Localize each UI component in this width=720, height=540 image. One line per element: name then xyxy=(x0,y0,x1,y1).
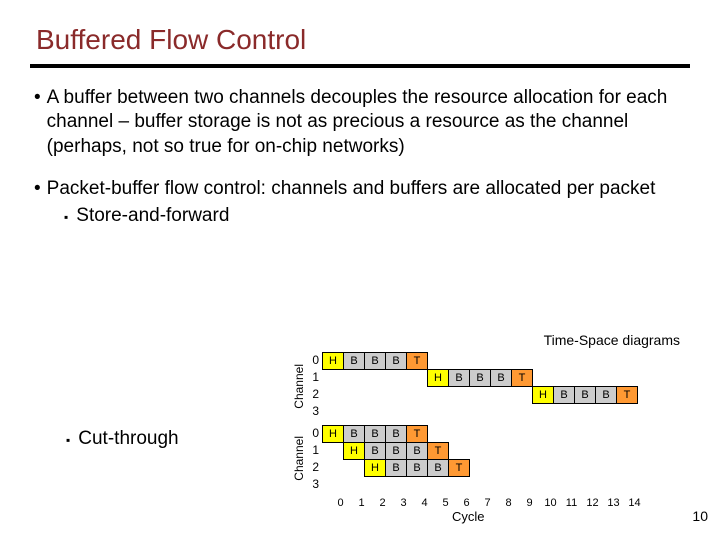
bullet-1-text: A buffer between two channels decouples … xyxy=(47,86,686,159)
subbullet-saf-text: Store-and-forward xyxy=(76,205,229,229)
grid-saf: HBBBTHBBBTHBBBT xyxy=(322,352,638,421)
subbullet-cut-text: Cut-through xyxy=(78,428,178,452)
square-bullet-icon: ▪ xyxy=(66,428,70,452)
bullet-dot-icon: • xyxy=(34,177,41,201)
square-bullet-icon: ▪ xyxy=(64,205,68,229)
bullet-2-text: Packet-buffer flow control: channels and… xyxy=(47,177,656,201)
diagram-cut: Channel 0123 HBBBTHBBBTHBBBT xyxy=(292,425,702,494)
x-axis-label: Cycle xyxy=(452,509,702,524)
grid-cut: HBBBTHBBBTHBBBT xyxy=(322,425,638,494)
page-number: 10 xyxy=(692,508,708,524)
subbullet-cut: ▪ Cut-through xyxy=(66,428,179,452)
diagram-caption: Time-Space diagrams xyxy=(292,332,680,348)
row-labels-saf: 0123 xyxy=(309,352,319,420)
bullet-dot-icon: • xyxy=(34,86,41,159)
time-space-diagrams: Time-Space diagrams Channel 0123 HBBBTHB… xyxy=(292,332,702,524)
y-axis-label: Channel xyxy=(292,364,306,409)
bullet-1: • A buffer between two channels decouple… xyxy=(34,86,686,159)
row-labels-cut: 0123 xyxy=(309,425,319,493)
diagram-saf: Channel 0123 HBBBTHBBBTHBBBT xyxy=(292,352,702,421)
horizontal-rule xyxy=(30,64,690,68)
slide-title: Buffered Flow Control xyxy=(36,24,690,56)
y-axis-label: Channel xyxy=(292,436,306,481)
bullet-2: • Packet-buffer flow control: channels a… xyxy=(34,177,686,201)
subbullet-saf: ▪ Store-and-forward xyxy=(64,205,690,229)
x-axis-ticks: 01234567891011121314 xyxy=(330,497,702,509)
